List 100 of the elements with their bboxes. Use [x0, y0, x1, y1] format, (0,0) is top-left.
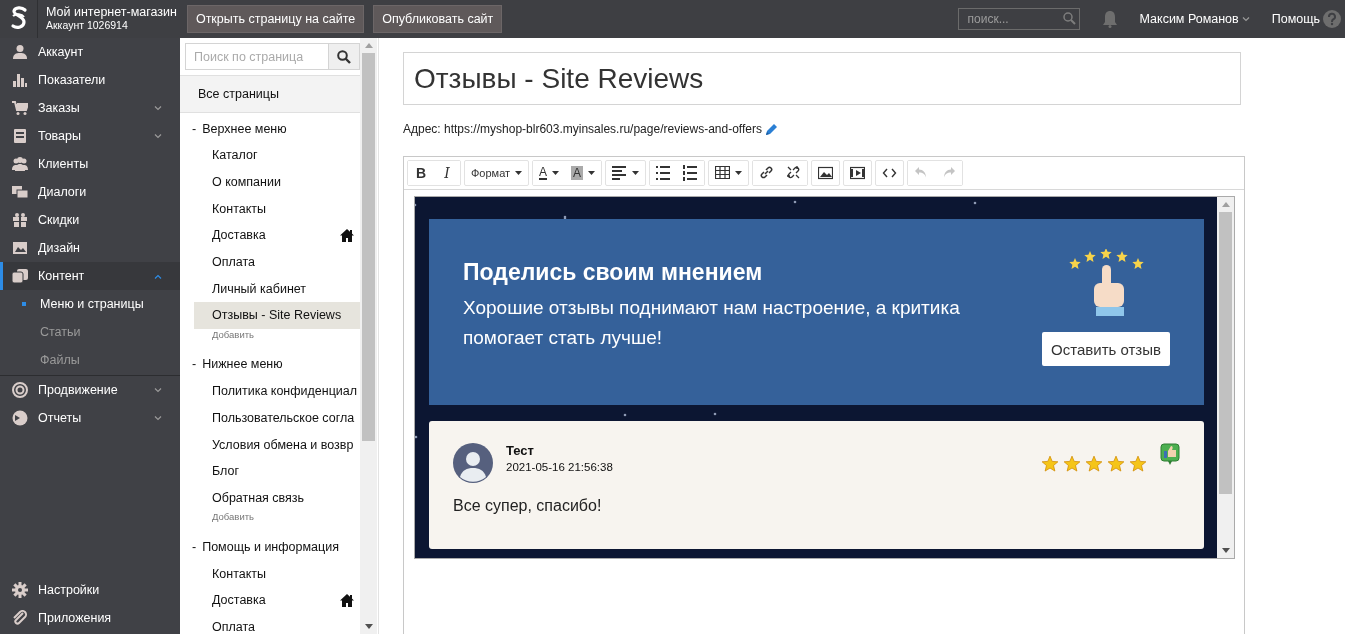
sidebar-item[interactable]: Скидки — [0, 206, 180, 234]
collapse-toggle[interactable]: - — [192, 357, 197, 372]
chevron-icon — [1241, 16, 1250, 22]
banner-heading: Поделись своим мнением — [463, 259, 764, 286]
shop-name: Мой интернет-магазин — [46, 6, 177, 19]
menu-group-title[interactable]: Помощь и информация — [202, 539, 339, 554]
toolbar-button[interactable] — [708, 160, 750, 186]
page-item[interactable]: Доставка — [194, 586, 360, 614]
caret-icon — [552, 171, 560, 175]
leave-review-button[interactable]: Оставить отзыв — [1042, 332, 1170, 366]
page-item[interactable]: Контакты — [194, 560, 360, 587]
search-button[interactable] — [329, 43, 360, 70]
sidebar-item[interactable]: Показатели — [0, 66, 180, 94]
settings-icon — [12, 582, 28, 598]
page-item[interactable]: О компании — [194, 168, 360, 196]
top-button[interactable]: Опубликовать сайт — [373, 5, 503, 33]
caret-icon — [632, 171, 640, 175]
add-link[interactable]: Добавить — [180, 328, 360, 349]
sidebar-item[interactable]: Дизайн — [0, 234, 180, 262]
scroll-thumb[interactable] — [1219, 212, 1232, 494]
title-field[interactable]: Отзывы - Site Reviews — [403, 52, 1241, 105]
hand-with-stars-icon — [1068, 249, 1145, 319]
user-menu[interactable]: Максим Романов — [1139, 12, 1250, 26]
target-icon — [12, 382, 28, 398]
top-button[interactable]: Открыть страницу на сайте — [186, 5, 365, 33]
image-icon — [12, 240, 28, 256]
sidebar-item[interactable]: Товары — [0, 122, 180, 150]
page-item[interactable]: Политика конфиденциал — [194, 377, 360, 405]
scrollbar[interactable] — [360, 38, 377, 634]
caret-icon — [588, 171, 596, 175]
numbered-list-icon — [683, 165, 699, 181]
pencil-icon — [764, 122, 778, 136]
add-link[interactable]: Добавить — [180, 511, 360, 532]
star-icon — [1107, 455, 1125, 473]
video-icon — [850, 165, 866, 181]
scroll-up-icon — [1221, 202, 1230, 207]
page-item[interactable]: Контакты — [194, 195, 360, 223]
review-date: 2021-05-16 21:56:38 — [506, 461, 614, 473]
page-item[interactable]: Пользовательское согла — [194, 404, 360, 432]
page-item[interactable]: Блог — [194, 457, 360, 485]
all-pages-item[interactable]: Все страницы — [180, 75, 360, 113]
scrollbar[interactable] — [1217, 197, 1234, 558]
review-author: Тест — [506, 443, 535, 458]
scroll-down-icon — [1221, 548, 1230, 553]
search-field[interactable]: поиск... — [957, 8, 1080, 30]
scroll-up-icon — [364, 43, 373, 48]
bell-icon — [1101, 10, 1118, 28]
page-item[interactable]: Отзывы - Site Reviews — [194, 302, 360, 329]
collapse-toggle[interactable]: - — [192, 539, 197, 554]
sidebar-item[interactable]: Контент — [0, 262, 180, 290]
account-number: Аккаунт 1026914 — [46, 19, 129, 32]
page-item[interactable]: Оплата — [194, 613, 360, 634]
review-text: Все супер, спасибо! — [453, 497, 603, 515]
toolbar-button[interactable] — [843, 160, 873, 186]
paperclip-icon — [12, 610, 28, 626]
person-icon — [12, 44, 28, 60]
dialog-icon — [12, 184, 28, 200]
caret-icon — [735, 171, 743, 175]
sidebar-item[interactable]: Заказы — [0, 94, 180, 122]
page-item[interactable]: Личный кабинет — [194, 275, 360, 303]
sidebar-subitem[interactable]: Статьи — [0, 318, 180, 346]
sidebar-item[interactable]: Отчеты — [0, 404, 180, 432]
help-icon — [1323, 10, 1341, 28]
table-icon — [715, 165, 731, 181]
scroll-thumb[interactable] — [362, 53, 375, 441]
toolbar-button[interactable]: Формат — [464, 160, 530, 186]
page-item[interactable]: Доставка — [194, 222, 360, 249]
sidebar-subitem[interactable]: Файлы — [0, 346, 180, 374]
page-address: Адрес: https://myshop-blr603.myinsales.ru/page/reviews-and-offers — [403, 122, 762, 136]
search-icon — [1062, 12, 1076, 25]
page-item[interactable]: Условия обмена и возвр — [194, 431, 360, 458]
align-left-icon — [612, 165, 628, 181]
sidebar-item[interactable]: Аккаунт — [0, 38, 180, 66]
collapse-toggle[interactable]: - — [192, 121, 197, 136]
thumbs-up-icon — [1160, 443, 1180, 465]
sidebar-item[interactable]: Настройки — [0, 576, 180, 604]
unlink-icon — [786, 165, 802, 181]
people-icon — [12, 156, 28, 172]
menu-group-title[interactable]: Верхнее меню — [202, 121, 287, 136]
star-icon — [1085, 455, 1103, 473]
page-item[interactable]: Каталог — [194, 142, 360, 169]
sidebar-item[interactable]: Диалоги — [0, 178, 180, 206]
page-item[interactable]: Оплата — [194, 248, 360, 276]
bar-chart-icon — [12, 72, 28, 88]
sidebar-subitem[interactable]: Меню и страницы — [0, 290, 180, 318]
toolbar-button[interactable] — [605, 160, 647, 186]
banner-text: Хорошие отзывы поднимают нам настроение, а критика помогает стать лучше! — [463, 296, 961, 350]
page-item[interactable]: Обратная связь — [194, 484, 360, 512]
sidebar-item[interactable]: Приложения — [0, 604, 180, 632]
link-icon — [759, 165, 775, 181]
sidebar-item[interactable]: Клиенты — [0, 150, 180, 178]
scroll-down-icon — [364, 624, 373, 629]
star-icon — [1129, 455, 1147, 473]
toolbar-button[interactable] — [811, 160, 841, 186]
toolbar-button[interactable] — [875, 160, 905, 186]
pie-chart-icon — [12, 410, 28, 426]
avatar-icon — [453, 443, 493, 483]
menu-group-title[interactable]: Нижнее меню — [202, 357, 283, 372]
sidebar-item[interactable]: Продвижение — [0, 376, 180, 404]
help-link[interactable]: Помощь — [1271, 10, 1341, 28]
